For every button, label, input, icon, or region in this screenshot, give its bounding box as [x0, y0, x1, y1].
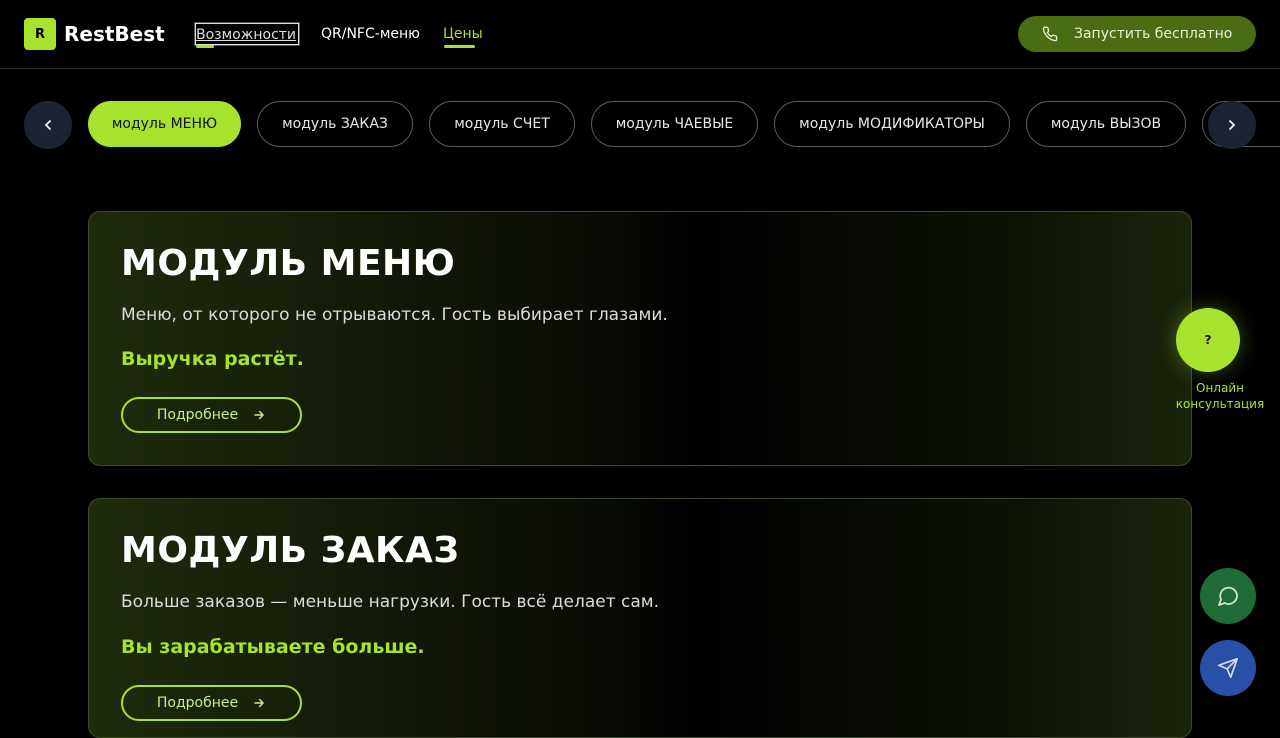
chat-bubble-icon [1218, 586, 1238, 606]
module-card-menu: МОДУЛЬ МЕНЮ Меню, от которого не отрываю… [88, 211, 1192, 466]
top-header: R RestBest Возможности QR/NFC-меню Цены … [0, 0, 1280, 69]
tab-module-order[interactable]: модуль ЗАКАЗ [257, 101, 413, 147]
more-button[interactable]: Подробнее [121, 397, 302, 433]
logo-text[interactable]: RestBest [64, 21, 165, 47]
tab-module-modifiers[interactable]: модуль МОДИФИКАТОРЫ [774, 101, 1010, 147]
arrow-right-icon [254, 698, 264, 708]
card-accent-text: Вы зарабатываете больше. [121, 636, 425, 658]
more-button-label: Подробнее [156, 407, 239, 423]
tab-module-tips[interactable]: модуль ЧАЕВЫЕ [591, 101, 758, 147]
card-description: Больше заказов — меньше нагрузки. Гость … [121, 592, 660, 612]
telegram-button[interactable] [1200, 640, 1256, 696]
nav-features-link[interactable]: Возможности [194, 22, 300, 46]
start-free-button[interactable]: Запустить бесплатно [1018, 16, 1256, 52]
chat-button[interactable] [1200, 568, 1256, 624]
online-consult-label[interactable]: Онлайн консультация [1172, 380, 1268, 412]
chevron-left-icon [45, 120, 51, 130]
start-free-label: Запустить бесплатно [1074, 26, 1233, 42]
tab-module-menu[interactable]: модуль МЕНЮ [88, 101, 241, 147]
online-consult-button[interactable]: ? [1176, 308, 1240, 372]
nav-prices-indicator [444, 45, 475, 48]
nav-prices-link[interactable]: Цены [443, 24, 483, 44]
more-button[interactable]: Подробнее [121, 685, 302, 721]
more-button-label: Подробнее [156, 695, 239, 711]
card-title: МОДУЛЬ МЕНЮ [121, 243, 456, 284]
card-description: Меню, от которого не отрываются. Гость в… [121, 305, 668, 325]
card-accent-text: Выручка растёт. [121, 348, 304, 370]
tab-module-call[interactable]: модуль ВЫЗОВ [1026, 101, 1186, 147]
tab-module-bill[interactable]: модуль СЧЕТ [429, 101, 575, 147]
arrow-right-icon [254, 410, 264, 420]
logo-icon[interactable]: R [24, 18, 56, 50]
chevron-right-icon [1229, 120, 1235, 130]
paper-plane-icon [1218, 658, 1238, 678]
tabs-next-button[interactable] [1208, 101, 1256, 149]
card-title: МОДУЛЬ ЗАКАЗ [121, 530, 460, 571]
nav-features-indicator [196, 45, 214, 48]
tabs-prev-button[interactable] [24, 101, 72, 149]
module-card-order: МОДУЛЬ ЗАКАЗ Больше заказов — меньше наг… [88, 498, 1192, 738]
nav-qr-nfc-link[interactable]: QR/NFC-меню [321, 24, 420, 44]
phone-icon [1042, 26, 1058, 42]
